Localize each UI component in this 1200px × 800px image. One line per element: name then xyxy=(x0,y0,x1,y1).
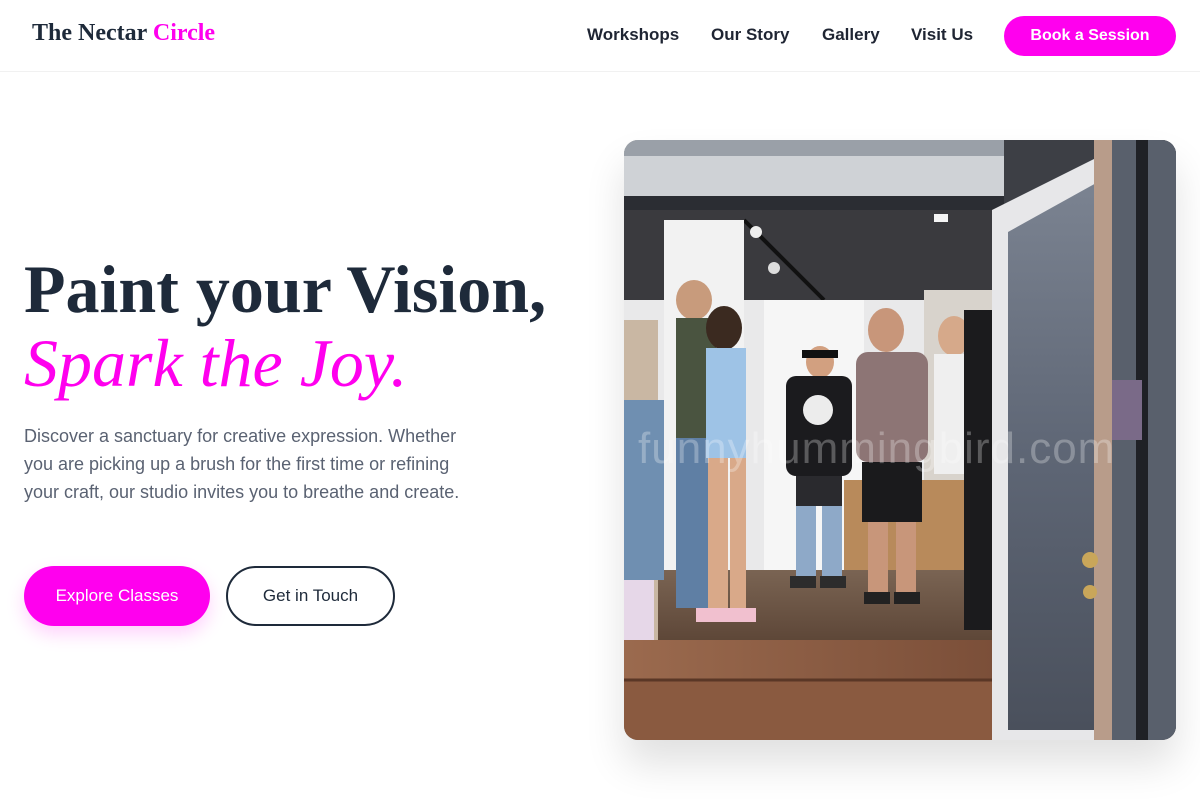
brand-logo[interactable]: The Nectar Circle xyxy=(32,20,215,47)
hero-headline-accent: Spark the Joy. xyxy=(24,325,408,401)
nav-link-our-story[interactable]: Our Story xyxy=(711,24,789,46)
brand-name-main: The Nectar xyxy=(32,20,147,46)
hero-headline: Paint your Vision, xyxy=(24,251,547,327)
hero-image: funnyhummingbird.com xyxy=(624,140,1176,740)
top-navigation-bar: The Nectar Circle Workshops Our Story Ga… xyxy=(0,0,1200,72)
book-session-button[interactable]: Book a Session xyxy=(1004,16,1176,56)
explore-classes-button[interactable]: Explore Classes xyxy=(24,566,210,626)
image-watermark: funnyhummingbird.com xyxy=(638,424,1116,473)
nav-link-gallery[interactable]: Gallery xyxy=(822,24,880,46)
brand-name-accent: Circle xyxy=(152,20,216,46)
nav-link-workshops[interactable]: Workshops xyxy=(587,24,679,46)
get-in-touch-button[interactable]: Get in Touch xyxy=(226,566,395,626)
hero-description: Discover a sanctuary for creative expres… xyxy=(24,426,460,502)
nav-link-visit-us[interactable]: Visit Us xyxy=(911,24,973,46)
